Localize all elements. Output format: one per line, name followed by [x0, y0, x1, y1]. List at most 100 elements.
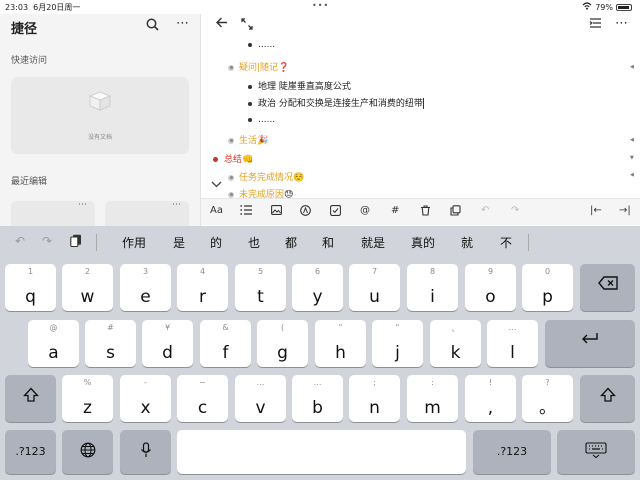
key-label: d [162, 343, 173, 363]
dictation-key[interactable] [120, 430, 171, 474]
key-hint: 5 [257, 267, 264, 276]
checkbox-icon[interactable] [330, 205, 341, 219]
numbers-key-left[interactable]: .?123 [5, 430, 56, 474]
key-o[interactable]: 9o [465, 264, 516, 311]
key-y[interactable]: 6y [292, 264, 343, 311]
handwriting-icon[interactable] [300, 205, 311, 219]
key-p[interactable]: 0p [522, 264, 573, 311]
key-hint: # [107, 323, 114, 332]
key-label: r [199, 287, 206, 307]
key-label: q [25, 287, 36, 307]
key-t[interactable]: 5t [235, 264, 286, 311]
key-c[interactable]: ~ c [177, 375, 228, 422]
more-icon[interactable]: ⋯ [615, 16, 628, 31]
delete-icon[interactable] [420, 205, 431, 219]
candidate-word[interactable]: 也 [248, 234, 260, 251]
return-key[interactable] [545, 320, 635, 367]
candidate-word[interactable]: 不 [500, 234, 512, 251]
indent-icon[interactable]: →| [619, 205, 631, 216]
bullet-icon [248, 101, 252, 106]
key-period[interactable]: ?。 [522, 375, 573, 422]
mention-icon[interactable]: @ [360, 205, 370, 216]
key-label: .?123 [496, 445, 528, 458]
key-g[interactable]: (g [257, 320, 308, 367]
candidate-word[interactable]: 就 [461, 234, 473, 251]
space-bar[interactable] [177, 430, 466, 474]
search-icon[interactable] [146, 18, 159, 35]
outline-item[interactable]: 疑问|随记❓ [228, 60, 289, 73]
key-b[interactable]: … b [292, 375, 343, 422]
candidate-word[interactable]: 作用 [122, 234, 146, 251]
key-k[interactable]: 、 k [430, 320, 481, 367]
hashtag-icon[interactable]: # [391, 205, 399, 216]
key-w[interactable]: 2w [62, 264, 113, 311]
outline-item[interactable]: 地理 陡崖垂直高度公式 [248, 79, 351, 92]
outline-item[interactable]: ...... [248, 115, 275, 125]
card-more-icon[interactable]: ⋯ [78, 200, 87, 210]
key-hint: ¥ [164, 323, 171, 332]
candidate-word[interactable]: 真的 [411, 234, 435, 251]
fullscreen-icon[interactable] [241, 18, 253, 33]
redo-icon[interactable]: ↷ [511, 205, 519, 216]
candidate-word[interactable]: 和 [322, 234, 334, 251]
list-style-icon[interactable] [240, 205, 252, 218]
bullet-icon [228, 137, 234, 144]
shift-key-right[interactable] [580, 375, 635, 422]
key-s[interactable]: # s [85, 320, 136, 367]
bullet-icon [248, 42, 252, 47]
key-q[interactable]: 1q [5, 264, 56, 311]
paste-icon[interactable] [70, 234, 82, 250]
outline-item[interactable]: ...... [248, 40, 275, 50]
outline-item[interactable]: 生活🎉 [228, 133, 268, 146]
key-i[interactable]: 8i [407, 264, 458, 311]
outdent-icon[interactable]: |← [590, 205, 602, 216]
undo-icon[interactable]: ↶ [15, 234, 25, 248]
outline-item[interactable]: 总结👊 [213, 152, 253, 165]
outline-item[interactable]: 任务完成情况☺️ [228, 170, 304, 183]
numbers-key-right[interactable]: .?123 [473, 430, 551, 474]
back-arrow-icon[interactable] [216, 17, 228, 32]
key-l[interactable]: … l [487, 320, 538, 367]
key-f[interactable]: & f [200, 320, 251, 367]
key-a[interactable]: @ a [28, 320, 79, 367]
globe-key[interactable] [62, 430, 113, 474]
hide-keyboard-key[interactable] [557, 430, 635, 474]
backspace-icon [580, 276, 635, 294]
copy-icon[interactable] [450, 205, 461, 219]
card-more-icon[interactable]: ⋯ [172, 200, 181, 210]
key-label: s [106, 343, 115, 363]
candidate-word[interactable]: 就是 [361, 234, 385, 251]
redo-icon[interactable]: ↷ [42, 234, 52, 248]
collapse-chevron-icon[interactable] [211, 180, 222, 191]
outline-icon[interactable] [589, 18, 602, 31]
key-z[interactable]: % z [62, 375, 113, 422]
key-comma[interactable]: !, [465, 375, 516, 422]
key-h[interactable]: " h [315, 320, 366, 367]
image-icon[interactable] [271, 205, 282, 218]
shift-key-left[interactable] [5, 375, 56, 422]
candidate-word[interactable]: 都 [285, 234, 297, 251]
format-toolbar: Aa @ # ↶ ↷ |← →| [201, 198, 640, 225]
key-j[interactable]: " j [372, 320, 423, 367]
undo-icon[interactable]: ↶ [481, 205, 489, 216]
key-x[interactable]: -x [120, 375, 171, 422]
recent-doc-card[interactable]: ⋯ [105, 200, 189, 226]
outline-item[interactable]: 未完成原因😓 [228, 187, 293, 198]
recent-doc-card[interactable]: ⋯ [11, 200, 95, 226]
text-style-button[interactable]: Aa [210, 205, 223, 216]
key-d[interactable]: ¥ d [142, 320, 193, 367]
outline-item[interactable]: 政治 分配和交换是连接生产和消费的纽带 [248, 96, 424, 109]
candidate-word[interactable]: 的 [210, 234, 222, 251]
multitasking-dots[interactable]: ••• [312, 1, 329, 10]
key-e[interactable]: 3e [120, 264, 171, 311]
more-icon[interactable]: ⋯ [176, 16, 189, 31]
key-hint: ! [488, 378, 493, 387]
candidate-word[interactable]: 是 [173, 234, 185, 251]
key-n[interactable]: ; n [349, 375, 400, 422]
backspace-key[interactable] [580, 264, 635, 311]
key-v[interactable]: … v [235, 375, 286, 422]
key-u[interactable]: 7u [349, 264, 400, 311]
key-hint: … [256, 378, 265, 387]
key-r[interactable]: 4r [177, 264, 228, 311]
key-m[interactable]: :m [407, 375, 458, 422]
